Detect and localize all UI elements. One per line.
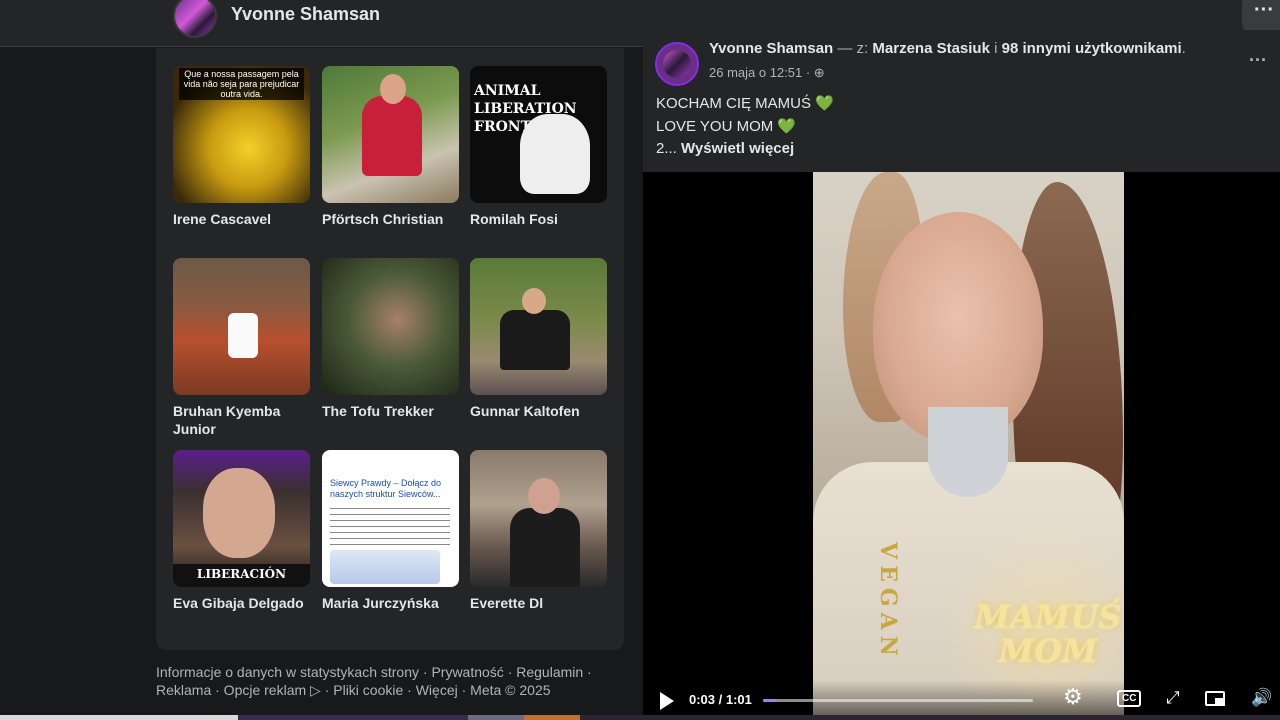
friend-name[interactable]: The Tofu Trekker (322, 402, 459, 420)
friend-item[interactable]: ANIMAL LIBERATION FRONT Romilah Fosi (470, 66, 607, 228)
photo-caption: Siewcy Prawdy – Dołącz do naszych strukt… (330, 478, 442, 499)
post-text: KOCHAM CIĘ MAMUŚ 💚 LOVE YOU MOM 💚 2... W… (656, 93, 834, 161)
more-options-button[interactable]: ··· (1242, 0, 1280, 32)
video-controls: 0:03 / 1:01 ⚙ CC ⤢ 🔊 (643, 680, 1280, 716)
friend-photo[interactable] (322, 66, 459, 203)
post-timestamp[interactable]: 26 maja o 12:51 · (709, 65, 814, 80)
friend-item[interactable]: LIBERACIÓN Eva Gibaja Delgado (173, 450, 310, 612)
friend-photo[interactable]: LIBERACIÓN (173, 450, 310, 587)
progress-bar[interactable] (763, 699, 1033, 702)
play-icon[interactable] (660, 692, 674, 710)
friend-item[interactable]: Everette Dl (470, 450, 607, 612)
volume-icon[interactable]: 🔊 (1251, 688, 1272, 708)
post-header: Yvonne Shamsan — z: Marzena Stasiuk i 98… (709, 40, 1186, 57)
progress-fill (763, 699, 777, 702)
green-heart-icon: 💚 (777, 117, 797, 135)
fullscreen-icon[interactable]: ⤢ (1166, 688, 1180, 708)
footer-line-1[interactable]: Informacje o danych w statystykach stron… (156, 663, 626, 681)
video-overlay-text: MAMUŚ MOM (968, 600, 1124, 668)
friend-photo[interactable] (173, 258, 310, 395)
overlay-line-1: MAMUŚ (974, 598, 1122, 636)
friend-name[interactable]: Eva Gibaja Delgado (173, 594, 310, 612)
friend-photo[interactable]: Que a nossa passagem pela vida não seja … (173, 66, 310, 203)
friend-photo[interactable] (470, 450, 607, 587)
green-heart-icon: 💚 (815, 95, 834, 112)
friend-photo[interactable]: ANIMAL LIBERATION FRONT (470, 66, 607, 203)
friend-item[interactable]: The Tofu Trekker (322, 258, 459, 420)
bottom-strip (0, 715, 1280, 720)
post-author-avatar[interactable] (655, 42, 699, 86)
friend-name[interactable]: Pförtsch Christian (322, 210, 459, 228)
video-collar (928, 407, 1008, 497)
post-date[interactable]: 26 maja o 12:51 · ⊕ (709, 65, 825, 81)
friend-item[interactable]: Siewcy Prawdy – Dołącz do naszych strukt… (322, 450, 459, 612)
friend-item[interactable]: Que a nossa passagem pela vida não seja … (173, 66, 310, 228)
footer-links: Informacje o danych w statystykach stron… (156, 663, 626, 699)
friend-name[interactable]: Everette Dl (470, 594, 607, 612)
post-more-button[interactable]: ··· (1249, 50, 1267, 71)
friend-name[interactable]: Bruhan Kyemba Junior (173, 402, 310, 438)
picture-in-picture-icon[interactable] (1205, 691, 1225, 706)
video-time: 0:03 / 1:01 (689, 692, 752, 707)
globe-icon: ⊕ (813, 65, 825, 80)
video-player[interactable]: VEGAN MAMUŚ MOM 0:03 / 1:01 ⚙ CC ⤢ 🔊 (643, 172, 1280, 716)
footer-line-2[interactable]: Reklama · Opcje reklam ▷ · Pliki cookie … (156, 681, 626, 699)
post-line-2: LOVE YOU MOM (656, 117, 774, 135)
friend-name[interactable]: Maria Jurczyńska (322, 594, 459, 612)
photo-caption: LIBERACIÓN (173, 564, 310, 587)
profile-name[interactable]: Yvonne Shamsan (231, 4, 380, 25)
post-author-name[interactable]: Yvonne Shamsan (709, 40, 833, 57)
post-card: Yvonne Shamsan — z: Marzena Stasiuk i 98… (643, 30, 1280, 716)
settings-gear-icon[interactable]: ⚙ (1063, 684, 1083, 710)
video-frame[interactable]: VEGAN MAMUŚ MOM (813, 172, 1124, 716)
see-more-link[interactable]: Wyświetl więcej (681, 140, 794, 157)
post-and-text: i (989, 40, 1002, 57)
photo-caption: Que a nossa passagem pela vida não seja … (179, 68, 304, 100)
friend-item[interactable]: Bruhan Kyemba Junior (173, 258, 310, 438)
friend-photo[interactable] (470, 258, 607, 395)
friend-item[interactable]: Gunnar Kaltofen (470, 258, 607, 420)
post-tagged-name[interactable]: Marzena Stasiuk (872, 40, 990, 57)
overlay-line-2: MOM (998, 632, 1098, 670)
post-others-link[interactable]: 98 innymi użytkownikami (1002, 40, 1182, 57)
post-with-text: — z: (833, 40, 873, 57)
friend-name[interactable]: Gunnar Kaltofen (470, 402, 607, 420)
captions-icon[interactable]: CC (1117, 690, 1142, 707)
friend-photo[interactable]: Siewcy Prawdy – Dołącz do naszych strukt… (322, 450, 459, 587)
friend-name[interactable]: Irene Cascavel (173, 210, 310, 228)
friend-photo[interactable] (322, 258, 459, 395)
friend-item[interactable]: Pförtsch Christian (322, 66, 459, 228)
friend-name[interactable]: Romilah Fosi (470, 210, 607, 228)
jacket-text: VEGAN (875, 542, 901, 662)
post-line-1: KOCHAM CIĘ MAMUŚ (656, 95, 812, 112)
friends-card: Que a nossa passagem pela vida não seja … (156, 48, 624, 650)
post-line-3: 2... (656, 140, 677, 157)
profile-avatar[interactable] (173, 0, 217, 38)
